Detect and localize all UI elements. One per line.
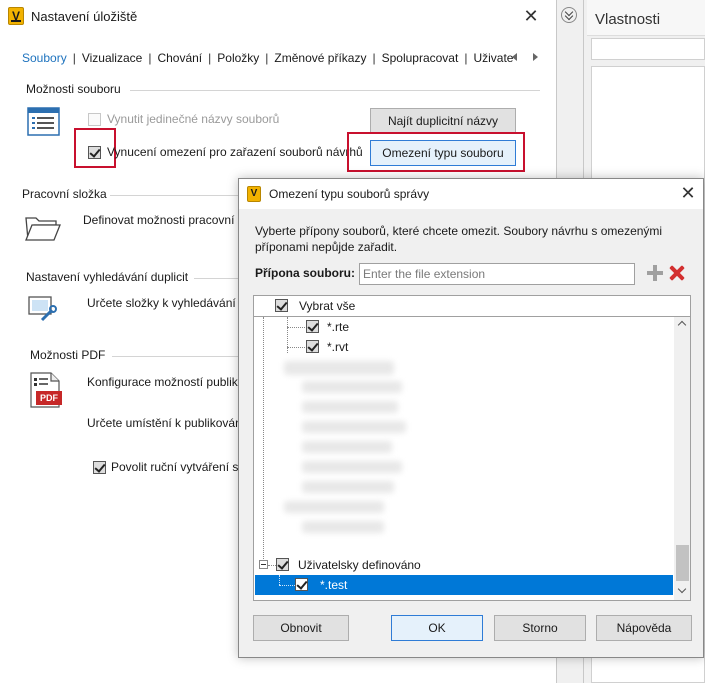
cancel-button[interactable]: Storno <box>494 615 586 641</box>
file-type-restriction-dialog: V Omezení typu souborů správy ✕ Vyberte … <box>238 178 704 658</box>
obscured-tree-item <box>302 521 384 533</box>
section-divider <box>130 90 540 91</box>
delete-icon[interactable] <box>669 265 685 281</box>
dialog-title: Omezení typu souborů správy <box>269 187 430 201</box>
obscured-tree-item <box>284 501 384 513</box>
help-button[interactable]: Nápověda <box>596 615 692 641</box>
find-duplicates-button[interactable]: Najít duplicitní názvy <box>370 108 516 134</box>
dialog-description: Vyberte přípony souborů, které chcete om… <box>255 224 663 254</box>
tree-scrollbar[interactable] <box>674 317 690 600</box>
allow-manual-label: Povolit ruční vytváření s <box>111 460 239 474</box>
test-checkbox[interactable] <box>295 578 308 591</box>
section-title-file-options: Možnosti souboru <box>26 82 121 96</box>
window-title: Nastavení úložiště <box>31 9 138 24</box>
tree-line <box>279 575 280 585</box>
obscured-tree-item <box>284 361 394 375</box>
tree-item-test-row[interactable]: *.test <box>255 575 673 595</box>
add-icon[interactable] <box>647 265 663 281</box>
section-divider <box>112 356 238 357</box>
allow-manual-checkbox[interactable] <box>93 461 106 474</box>
tree-line <box>279 585 295 586</box>
pdf-location-text: Určete umístění k publikován <box>87 416 242 430</box>
section-divider <box>194 278 238 279</box>
properties-header: Vlastnosti <box>587 0 705 36</box>
select-all-label: Vybrat vše <box>299 299 356 313</box>
duplicate-search-text: Určete složky k vyhledávání d <box>87 296 246 310</box>
ok-button[interactable]: OK <box>391 615 483 641</box>
section-title-pdf-options: Možnosti PDF <box>30 348 106 362</box>
collapse-icon[interactable] <box>561 7 577 23</box>
settings-tabs: Soubory | Vizualizace | Chování | Položk… <box>22 51 519 65</box>
tab-spolupracovat[interactable]: Spolupracovat <box>376 51 465 65</box>
app-logo-icon: V <box>8 7 24 25</box>
close-icon[interactable]: ✕ <box>519 5 543 29</box>
pdf-badge-label: PDF <box>40 393 58 403</box>
obscured-tree-item <box>302 381 402 393</box>
pdf-config-text: Konfigurace možností publik <box>87 375 238 389</box>
window-titlebar: V Nastavení úložiště ✕ <box>0 0 557 34</box>
rte-checkbox[interactable] <box>306 320 319 333</box>
dialog-titlebar: V Omezení typu souborů správy ✕ <box>239 179 703 209</box>
tree-line <box>268 565 276 566</box>
obscured-tree-item <box>302 441 392 453</box>
collapse-node-icon[interactable] <box>259 560 268 569</box>
tree-header: Vybrat vše <box>253 295 691 317</box>
obscured-tree-item <box>302 481 394 493</box>
tab-vizualizace[interactable]: Vizualizace <box>76 51 148 65</box>
obscured-tree-item <box>302 401 398 413</box>
unique-names-checkbox[interactable] <box>88 113 101 126</box>
properties-title: Vlastnosti <box>595 11 661 28</box>
tree-item-rte[interactable]: *.rte <box>327 320 349 334</box>
scroll-down-icon[interactable] <box>674 583 690 600</box>
tree-line <box>263 317 264 569</box>
scroll-up-icon[interactable] <box>674 317 690 334</box>
tree-line <box>287 347 307 348</box>
tree-item-test: *.test <box>320 578 348 592</box>
extension-label: Přípona souboru: <box>255 266 355 280</box>
section-title-duplicate-search: Nastavení vyhledávání duplicit <box>26 270 189 284</box>
enforce-restrictions-checkbox[interactable] <box>88 146 101 159</box>
file-list-icon <box>27 107 60 136</box>
scroll-thumb[interactable] <box>676 545 689 581</box>
section-title-working-folder: Pracovní složka <box>22 187 107 201</box>
user-defined-checkbox[interactable] <box>276 558 289 571</box>
tab-scroll-right-icon[interactable] <box>530 52 540 62</box>
folder-icon <box>25 217 61 241</box>
properties-field[interactable] <box>591 38 705 60</box>
working-folder-text: Definovat možnosti pracovní <box>83 213 235 227</box>
tree-line <box>287 327 307 328</box>
tab-soubory[interactable]: Soubory <box>22 51 73 65</box>
section-divider <box>110 195 238 196</box>
refresh-button[interactable]: Obnovit <box>253 615 349 641</box>
file-type-restriction-button[interactable]: Omezení typu souboru <box>370 140 516 166</box>
extensions-tree: *.rte *.rvt Uživatelsky definováno *.tes… <box>253 317 691 601</box>
tab-scroll-left-icon[interactable] <box>510 52 520 62</box>
tab-polozky[interactable]: Položky <box>211 51 265 65</box>
tab-zmenove-prikazy[interactable]: Změnové příkazy <box>268 51 372 65</box>
tree-item-user-defined[interactable]: Uživatelsky definováno <box>298 558 421 572</box>
app-logo-icon: V <box>247 186 261 202</box>
rvt-checkbox[interactable] <box>306 340 319 353</box>
obscured-tree-item <box>302 461 402 473</box>
tab-chovani[interactable]: Chování <box>151 51 208 65</box>
obscured-tree-item <box>302 421 406 433</box>
duplicate-search-icon <box>28 296 57 322</box>
select-all-checkbox[interactable] <box>275 299 288 312</box>
close-icon[interactable]: ✕ <box>677 182 699 204</box>
unique-names-label: Vynutit jedinečné názvy souborů <box>107 112 280 126</box>
tree-item-rvt[interactable]: *.rvt <box>327 340 348 354</box>
enforce-restrictions-label: Vynucení omezení pro zařazení souborů ná… <box>107 145 363 159</box>
extension-input[interactable] <box>359 263 635 285</box>
